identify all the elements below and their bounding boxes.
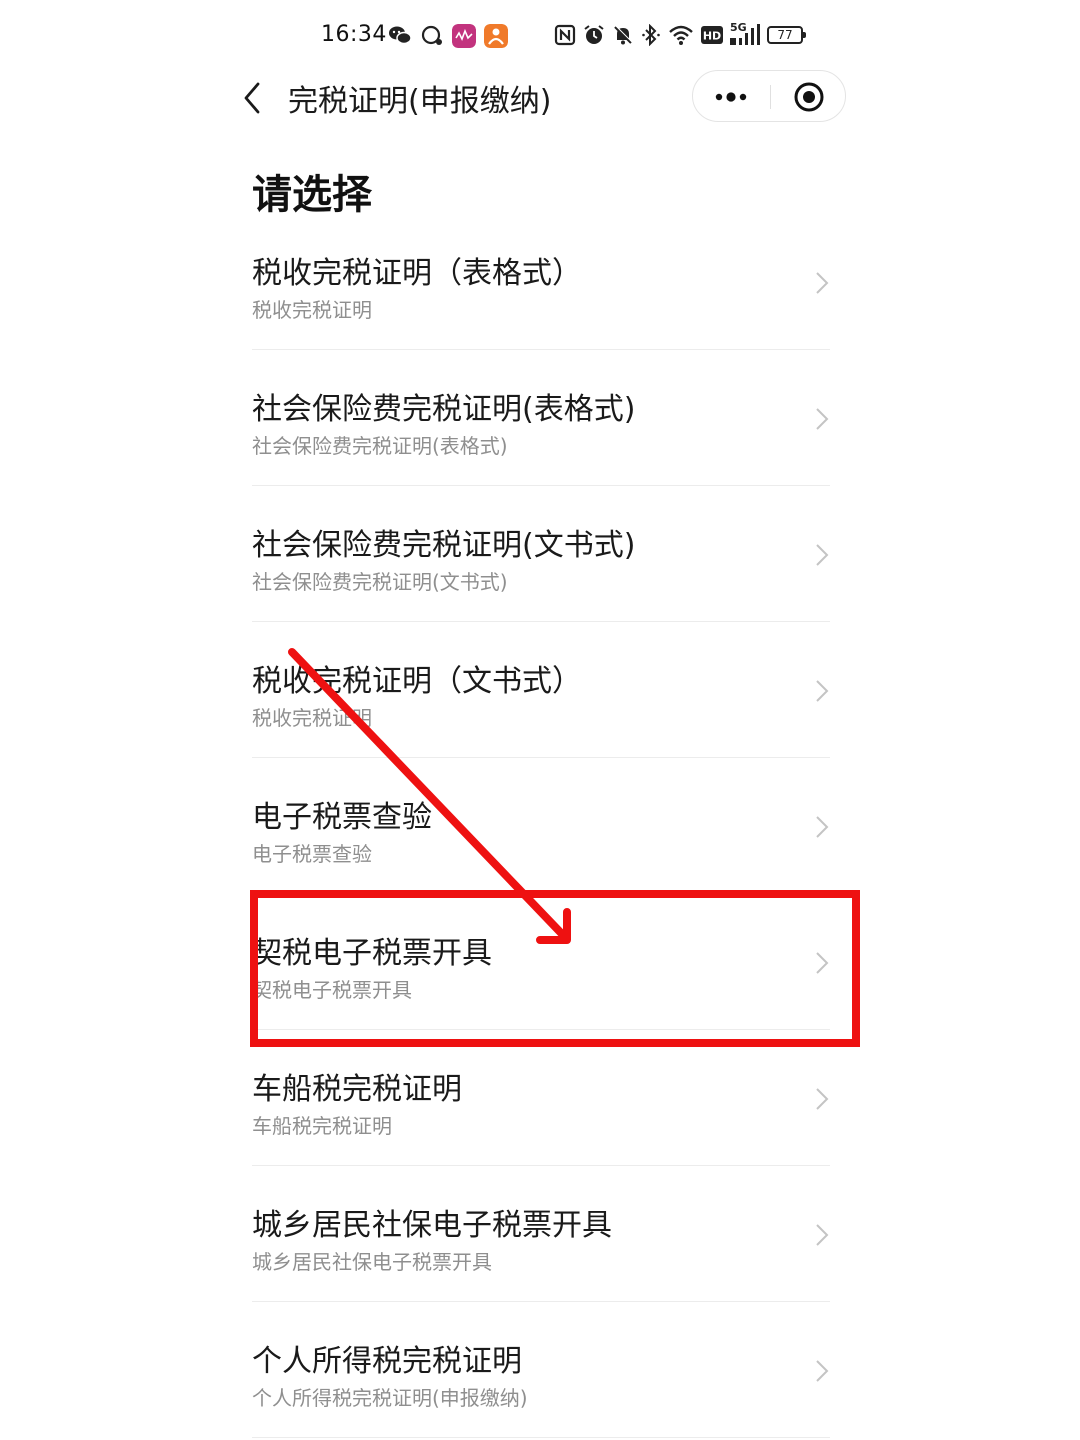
chevron-left-icon[interactable] xyxy=(236,78,270,118)
option-subtitle: 契税电子税票开具 xyxy=(252,978,412,1002)
option-title: 车船税完税证明 xyxy=(252,1072,462,1107)
music-app-icon xyxy=(452,24,476,48)
option-item[interactable]: 个人所得税完税证明 个人所得税完税证明(申报缴纳) xyxy=(252,1302,830,1438)
wechat-icon xyxy=(389,26,412,45)
option-title: 电子税票查验 xyxy=(252,800,432,835)
nfc-icon xyxy=(554,24,576,46)
orange-app-icon xyxy=(484,24,508,48)
option-item[interactable]: 社会保险费完税证明(表格式) 社会保险费完税证明(表格式) xyxy=(252,350,830,486)
mini-program-capsule xyxy=(692,70,846,122)
page-title: 完税证明(申报缴纳) xyxy=(288,84,552,119)
option-title: 个人所得税完税证明 xyxy=(252,1344,522,1379)
option-item[interactable]: 车船税完税证明 车船税完税证明 xyxy=(252,1030,830,1166)
capsule-divider xyxy=(770,85,771,109)
chat-bubble-icon xyxy=(421,25,442,45)
chevron-right-icon xyxy=(816,408,829,430)
wifi-icon xyxy=(669,25,693,45)
chevron-right-icon xyxy=(816,1224,829,1246)
option-subtitle: 电子税票查验 xyxy=(252,842,372,866)
option-item[interactable]: 税收完税证明（文书式） 税收完税证明 xyxy=(252,622,830,758)
section-heading: 请选择 xyxy=(252,172,372,218)
option-list: 税收完税证明（表格式） 税收完税证明 社会保险费完税证明(表格式) 社会保险费完… xyxy=(252,214,830,1438)
notification-icons xyxy=(388,24,508,48)
more-dots-icon[interactable] xyxy=(711,83,751,111)
option-item[interactable]: 社会保险费完税证明(文书式) 社会保险费完税证明(文书式) xyxy=(252,486,830,622)
option-title: 社会保险费完税证明(表格式) xyxy=(252,392,636,427)
option-title: 契税电子税票开具 xyxy=(252,936,492,971)
chevron-right-icon xyxy=(816,680,829,702)
chevron-right-icon xyxy=(816,1088,829,1110)
option-subtitle: 社会保险费完税证明(表格式) xyxy=(252,434,508,458)
option-title: 税收完税证明（表格式） xyxy=(252,256,582,291)
option-title: 社会保险费完税证明(文书式) xyxy=(252,528,636,563)
chevron-right-icon xyxy=(816,272,829,294)
battery-icon: 77 xyxy=(767,26,806,44)
option-item[interactable]: 城乡居民社保电子税票开具 城乡居民社保电子税票开具 xyxy=(252,1166,830,1302)
nav-bar: 完税证明(申报缴纳) xyxy=(0,70,1080,126)
target-close-icon[interactable] xyxy=(793,81,825,113)
chevron-right-icon xyxy=(816,816,829,838)
chevron-right-icon xyxy=(816,952,829,974)
status-bar: 16:34 HD 5G 77 xyxy=(0,0,1080,74)
alarm-icon xyxy=(584,25,604,44)
hd-icon: HD xyxy=(701,26,723,44)
option-item[interactable]: 电子税票查验 电子税票查验 xyxy=(252,758,830,894)
option-subtitle: 城乡居民社保电子税票开具 xyxy=(252,1250,492,1274)
option-title: 城乡居民社保电子税票开具 xyxy=(252,1208,612,1243)
option-subtitle: 社会保险费完税证明(文书式) xyxy=(252,570,508,594)
status-time: 16:34 xyxy=(321,22,387,47)
option-item-deed-tax[interactable]: 契税电子税票开具 契税电子税票开具 xyxy=(252,894,830,1030)
svg-text:HD: HD xyxy=(703,30,721,43)
option-item[interactable]: 税收完税证明（表格式） 税收完税证明 xyxy=(252,214,830,350)
option-subtitle: 税收完税证明 xyxy=(252,298,372,322)
mute-icon xyxy=(614,25,633,45)
option-title: 税收完税证明（文书式） xyxy=(252,664,582,699)
option-subtitle: 个人所得税完税证明(申报缴纳) xyxy=(252,1386,528,1410)
option-subtitle: 税收完税证明 xyxy=(252,706,372,730)
signal-icon: 5G xyxy=(730,21,760,46)
chevron-right-icon xyxy=(816,544,829,566)
system-icons: HD 5G 77 xyxy=(554,21,806,46)
option-subtitle: 车船税完税证明 xyxy=(252,1114,392,1138)
chevron-right-icon xyxy=(816,1360,829,1382)
bluetooth-icon xyxy=(642,24,660,46)
